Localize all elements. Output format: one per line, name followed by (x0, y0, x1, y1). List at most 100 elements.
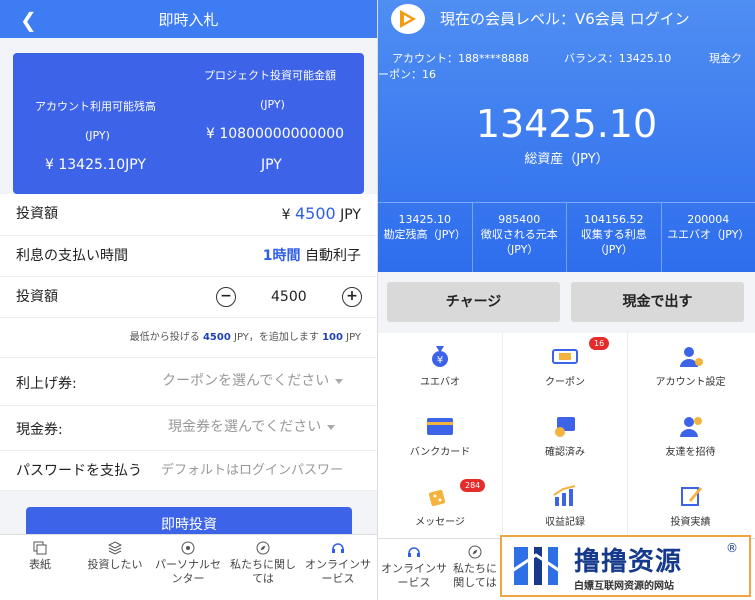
message-badge: 284 (460, 479, 486, 492)
password-input[interactable]: デフォルトはログインパスワー (161, 451, 343, 491)
total-assets: 13425.10 (475, 102, 658, 146)
stat-label: 収集する利息（JPY） (580, 228, 647, 256)
user-settings-icon (679, 347, 703, 367)
investment-amount-value: 4500 (295, 204, 336, 223)
grid-label: アカウント設定 (655, 377, 726, 388)
grid-label: 投資実績 (670, 517, 711, 528)
grid-label: 収益記録 (545, 517, 585, 528)
bottom-nav: 表紙 投資したい パーソナルセンター 私たちに関しては オンラインサービス (0, 534, 377, 600)
available-value: ¥ 13425.10JPY (45, 157, 146, 173)
project-value: ¥ 10800000000000 (206, 126, 345, 142)
interest-display: 1時間 自動利子 (263, 236, 361, 276)
svg-text:¥: ¥ (437, 355, 443, 366)
stat-value: 985400 (498, 213, 541, 226)
logo-icon (391, 4, 425, 34)
interest-row: 利息の支払い時間 1時間 自動利子 (0, 236, 377, 277)
chart-icon (553, 485, 576, 506)
withdraw-button[interactable]: 現金で出す (571, 282, 744, 322)
grid-label: 確認済み (545, 447, 585, 458)
project-value-unit: JPY (261, 157, 282, 173)
balance-card: プロジェクト投資可能金額 (JPY) アカウント利用可能残高 (JPY) ¥ 1… (13, 53, 364, 194)
project-label: プロジェクト投資可能金額 (204, 69, 336, 82)
grid-item-coupon[interactable]: クーポン 16 (503, 333, 628, 403)
cash-row[interactable]: 現金券: 現金券を選んでください (0, 406, 377, 451)
grid-label: バンクカード (409, 447, 471, 458)
stat-value: 13425.10 (398, 213, 452, 226)
stat-value: 200004 (687, 213, 730, 226)
headset-icon (408, 547, 420, 557)
stat-value: 104156.52 (584, 213, 644, 226)
nav-label: パーソナルセンター (155, 558, 221, 585)
watermark-subtitle: 白嫖互联网资源的网站 (574, 581, 674, 592)
nav-personal[interactable]: パーソナルセンター (150, 541, 226, 586)
grid-label: 友達を招待 (665, 447, 716, 458)
interest-type: 自動利子 (305, 248, 361, 264)
circle-target-icon (181, 541, 195, 555)
grid-item-verified[interactable]: 確認済み (503, 403, 628, 473)
feature-grid: ¥ ユエバオ クーポン 16 アカウント設定 バンクカード 確認済み 友達を招待… (378, 333, 755, 543)
nav-label: オンラインサービス (305, 558, 371, 585)
page-title: 即時入札 (158, 10, 219, 29)
account-text: アカウント：188****8888 (392, 52, 529, 65)
available-label: アカウント利用可能残高 (35, 100, 156, 113)
interest-label: 利息の支払い時間 (16, 248, 128, 264)
stat-item: 200004 ユエバオ（JPY） (662, 203, 755, 272)
nav-label: オンラインサービス (381, 562, 447, 589)
headset-icon (332, 543, 344, 553)
ticket-icon (552, 349, 578, 364)
coupon-select[interactable]: クーポンを選んでください (162, 370, 344, 390)
nav-support[interactable]: オンラインサービス (300, 541, 376, 586)
money-bag-icon: ¥ (432, 346, 448, 367)
charge-button[interactable]: チャージ (387, 282, 560, 322)
stat-item: 104156.52 収集する利息（JPY） (567, 203, 662, 272)
coupon-row[interactable]: 利上げ券: クーポンを選んでください (0, 358, 377, 406)
coupon-text-b: ーポン：16 (378, 68, 436, 81)
hint-mid: JPY，を追加します (234, 332, 319, 343)
chevron-left-icon[interactable]: ❮ (20, 8, 37, 32)
copy-icon (33, 541, 47, 555)
compass-icon (468, 545, 482, 559)
member-header: 現在の会員レベル：V6会員 ログイン アカウント：188****8888 バラン… (378, 0, 755, 272)
watermark-title: 撸撸资源 (574, 547, 683, 577)
verified-icon (555, 417, 575, 437)
coupon-badge: 16 (589, 337, 610, 350)
nav-support[interactable]: オンラインサービス (378, 545, 450, 590)
invest-screen: ❮ 即時入札 プロジェクト投資可能金額 (JPY) アカウント利用可能残高 (J… (0, 0, 377, 600)
hint-suffix: JPY (346, 332, 361, 343)
nav-home[interactable]: 表紙 (22, 541, 58, 572)
quantity-stepper[interactable]: 4500 (271, 277, 307, 317)
nav-invest[interactable]: 投資したい (80, 541, 150, 572)
grid-item-bank-card[interactable]: バンクカード (378, 403, 503, 473)
nav-label: 投資したい (87, 558, 143, 571)
coupon-label: 利上げ券: (16, 376, 77, 392)
cash-label: 現金券: (16, 422, 63, 438)
grid-item-investment-record[interactable]: 投資実績 (628, 473, 753, 543)
grid-item-earnings[interactable]: 収益記録 (503, 473, 628, 543)
plus-button[interactable]: + (342, 287, 362, 307)
cash-select[interactable]: 現金券を選んでください (168, 416, 336, 436)
investment-amount-unit: JPY (340, 207, 361, 223)
investment-amount-label: 投資額 (16, 206, 58, 222)
grid-item-message[interactable]: メッセージ 284 (378, 473, 503, 543)
nav-about[interactable]: 私たちに関しては (452, 545, 498, 590)
grid-label: クーポン (545, 377, 585, 388)
nav-label: 私たちに関しては (453, 562, 497, 589)
total-assets-label: 総資産（JPY） (524, 152, 609, 167)
chevron-down-icon (327, 424, 336, 430)
hint-step: 100 (322, 332, 343, 343)
currency-symbol: ¥ (281, 207, 291, 223)
grid-item-yuebao[interactable]: ¥ ユエバオ (378, 333, 503, 403)
investment-amount-row: 投資額 ¥ 4500 JPY (0, 194, 377, 236)
grid-item-account-settings[interactable]: アカウント設定 (628, 333, 753, 403)
member-level-title[interactable]: 現在の会員レベル：V6会員 ログイン (440, 8, 690, 29)
bank-card-icon (427, 418, 453, 435)
nav-about[interactable]: 私たちに関しては (227, 541, 299, 586)
interest-value: 1時間 (262, 248, 301, 264)
grid-label: ユエバオ (420, 377, 460, 388)
project-unit: (JPY) (260, 98, 285, 111)
coupon-text-a: 現金ク (709, 52, 742, 65)
cash-placeholder: 現金券を選んでください (168, 419, 322, 435)
layers-icon (108, 541, 122, 555)
grid-item-invite[interactable]: 友達を招待 (628, 403, 753, 473)
minus-button[interactable]: − (216, 287, 236, 307)
